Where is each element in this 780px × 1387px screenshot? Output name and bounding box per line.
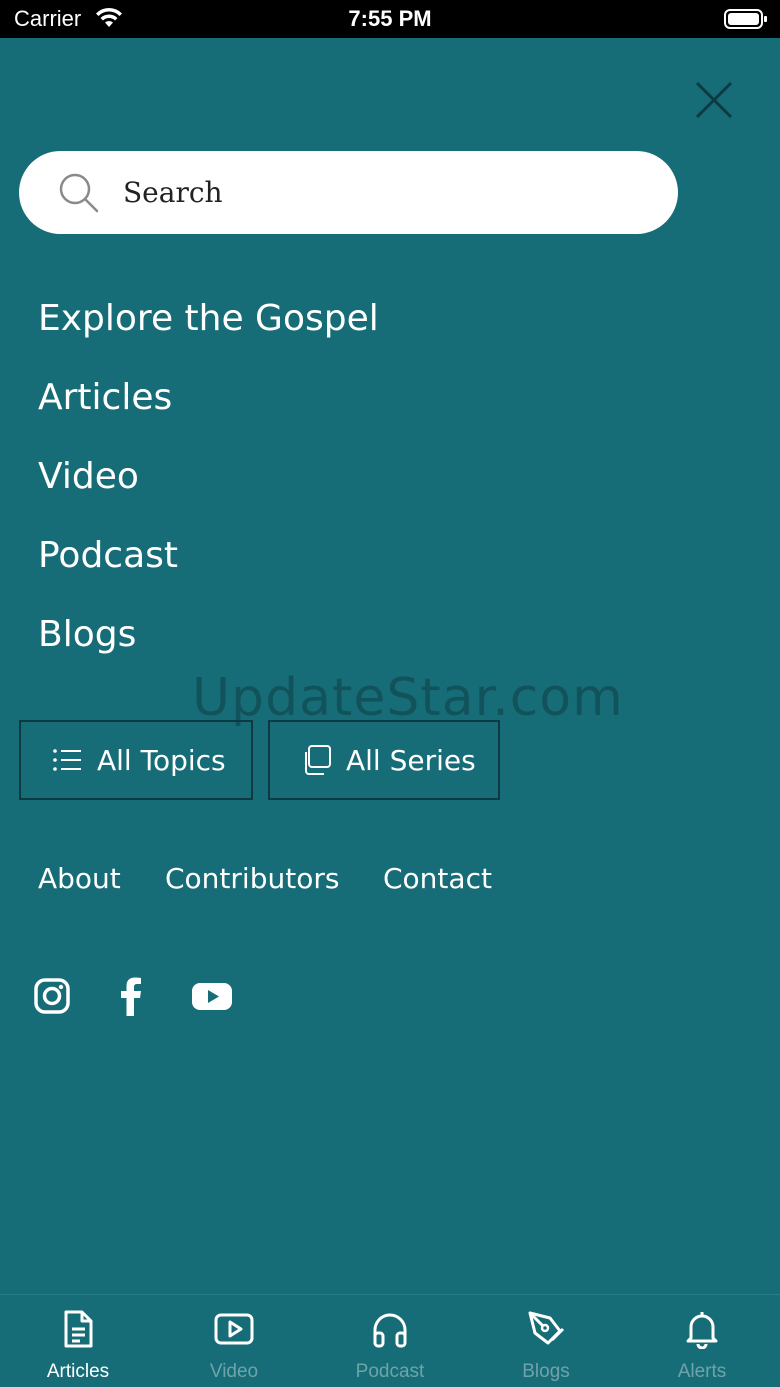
tab-podcast-label: Podcast [355, 1361, 425, 1382]
tab-video-label: Video [209, 1361, 259, 1382]
tab-blogs-label: Blogs [522, 1361, 570, 1382]
battery-icon [724, 9, 767, 29]
instagram-icon[interactable] [32, 976, 72, 1016]
clock: 7:55 PM [348, 6, 432, 31]
tab-articles[interactable]: Articles [0, 1295, 156, 1387]
nav-item-articles[interactable]: Articles [38, 376, 172, 420]
nav-item-podcast[interactable]: Podcast [38, 534, 178, 578]
tab-video[interactable]: Video [156, 1295, 312, 1387]
headphones-icon [373, 1313, 407, 1348]
tab-alerts-label: Alerts [677, 1361, 727, 1382]
nav-item-explore-the-gospel[interactable]: Explore the Gospel [38, 297, 379, 341]
contact-link[interactable]: Contact [383, 862, 492, 895]
all-series-label: All Series [346, 743, 476, 777]
menu-screen: Carrier 7:55 PM Explore the Gospel Artic… [0, 0, 780, 1387]
pen-nib-icon [528, 1311, 565, 1345]
all-topics-label: All Topics [97, 743, 226, 777]
facebook-icon[interactable] [111, 976, 151, 1016]
tab-bar: Articles Video Podcast Blogs Alerts [0, 1294, 780, 1387]
tab-articles-label: Articles [46, 1361, 110, 1382]
tab-alerts[interactable]: Alerts [624, 1295, 780, 1387]
all-series-button[interactable]: All Series [268, 720, 500, 800]
nav-item-blogs[interactable]: Blogs [38, 613, 136, 657]
nav-item-video[interactable]: Video [38, 455, 139, 499]
search-input[interactable] [123, 169, 643, 215]
watermark: UpdateStar.com [192, 668, 624, 728]
tab-podcast[interactable]: Podcast [312, 1295, 468, 1387]
close-icon [695, 81, 733, 119]
search-bar[interactable] [19, 151, 678, 234]
search-icon [59, 173, 99, 213]
contributors-link[interactable]: Contributors [165, 862, 339, 895]
youtube-icon[interactable] [190, 976, 234, 1016]
about-link[interactable]: About [38, 862, 121, 895]
document-icon [64, 1310, 93, 1348]
tab-blogs[interactable]: Blogs [468, 1295, 624, 1387]
list-icon [53, 749, 81, 771]
close-button[interactable] [690, 76, 738, 124]
bell-icon [686, 1312, 718, 1349]
status-bar: Carrier 7:55 PM [0, 0, 780, 38]
all-topics-button[interactable]: All Topics [19, 720, 253, 800]
video-play-icon [214, 1313, 254, 1345]
copy-icon [305, 745, 331, 775]
